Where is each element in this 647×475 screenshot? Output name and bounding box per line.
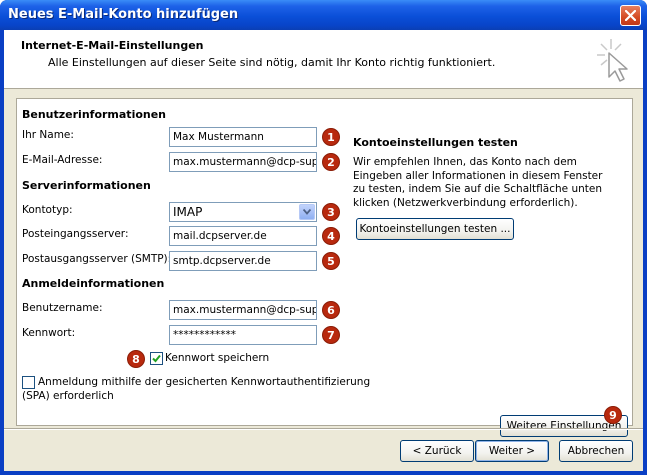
outgoing-server-label: Postausgangsserver (SMTP):	[22, 253, 172, 265]
badge-7: 7	[322, 326, 340, 344]
spa-label-line2[interactable]: (SPA) erforderlich	[22, 390, 114, 402]
page-subtitle: Alle Einstellungen auf dieser Seite sind…	[48, 56, 496, 69]
wizard-cursor-icon	[597, 39, 628, 82]
account-type-select[interactable]: IMAP	[169, 202, 317, 222]
badge-2: 2	[322, 153, 340, 171]
username-label: Benutzername:	[22, 302, 103, 314]
incoming-server-input[interactable]: mail.dcpserver.de	[169, 226, 317, 246]
account-type-value: IMAP	[173, 205, 203, 219]
check-icon	[152, 354, 161, 363]
section-server-info: Serverinformationen	[22, 179, 151, 192]
badge-4: 4	[322, 227, 340, 245]
badge-8: 8	[127, 350, 145, 368]
password-label: Kennwort:	[22, 327, 76, 339]
name-input[interactable]: Max Mustermann	[169, 127, 317, 147]
outgoing-server-input[interactable]: smtp.dcpserver.de	[169, 251, 317, 271]
name-label: Ihr Name:	[22, 129, 74, 141]
dialog-client: Internet-E-Mail-Einstellungen Alle Einst…	[4, 30, 643, 471]
badge-3: 3	[322, 203, 340, 221]
window-title: Neues E-Mail-Konto hinzufügen	[8, 7, 239, 22]
incoming-server-label: Posteingangsserver:	[22, 228, 129, 240]
chevron-down-icon	[303, 209, 311, 215]
dropdown-button[interactable]	[299, 204, 315, 220]
settings-panel: Benutzerinformationen Ihr Name: Max Must…	[16, 98, 633, 437]
remember-password-checkbox[interactable]	[150, 352, 163, 365]
email-label: E-Mail-Adresse:	[22, 154, 103, 166]
cancel-button[interactable]: Abbrechen	[559, 440, 633, 462]
badge-6: 6	[322, 301, 340, 319]
remember-password-label[interactable]: Kennwort speichern	[165, 352, 269, 364]
badge-1: 1	[322, 128, 340, 146]
footer-separator	[4, 428, 643, 430]
title-bar[interactable]: Neues E-Mail-Konto hinzufügen	[0, 0, 647, 30]
close-button[interactable]	[620, 5, 641, 26]
close-icon	[625, 10, 636, 21]
back-button[interactable]: < Zurück	[400, 440, 474, 462]
email-input[interactable]: max.mustermann@dcp-suppo	[169, 152, 317, 172]
test-settings-button[interactable]: Kontoeinstellungen testen ...	[356, 218, 514, 240]
badge-9: 9	[604, 406, 622, 424]
dialog-window: Neues E-Mail-Konto hinzufügen Internet-E…	[0, 0, 647, 475]
username-input[interactable]: max.mustermann@dcp-suppo	[169, 300, 317, 320]
spa-checkbox[interactable]	[22, 376, 35, 389]
page-title: Internet-E-Mail-Einstellungen	[21, 39, 204, 52]
spa-label-line1[interactable]: Anmeldung mithilfe der gesicherten Kennw…	[38, 376, 370, 388]
section-user-info: Benutzerinformationen	[22, 108, 167, 121]
next-button[interactable]: Weiter >	[475, 440, 549, 462]
badge-5: 5	[322, 252, 340, 270]
section-login-info: Anmeldeinformationen	[22, 277, 165, 290]
section-test-settings: Kontoeinstellungen testen	[353, 136, 518, 149]
wizard-header: Internet-E-Mail-Einstellungen Alle Einst…	[4, 30, 643, 89]
account-type-label: Kontotyp:	[22, 204, 73, 216]
test-description: Wir empfehlen Ihnen, das Konto nach dem …	[353, 156, 603, 209]
password-input[interactable]: ************	[169, 325, 317, 345]
